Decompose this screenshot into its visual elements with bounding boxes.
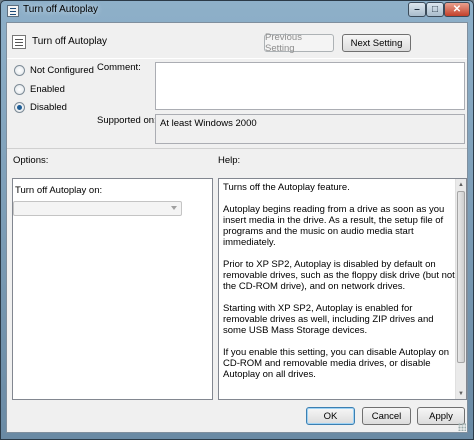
ok-button[interactable]: OK — [306, 407, 355, 425]
previous-setting-button[interactable]: Previous Setting — [264, 32, 334, 54]
comment-label: Comment: — [97, 62, 141, 73]
help-panel: Turns off the Autoplay feature. Autoplay … — [218, 178, 467, 400]
dialog-window: Turn off Autoplay – □ ✕ Turn off Autopla… — [0, 0, 474, 440]
next-setting-button[interactable]: Next Setting — [342, 34, 411, 52]
help-label: Help: — [218, 155, 241, 166]
radio-not-configured-indicator[interactable] — [14, 65, 25, 76]
window-title: Turn off Autoplay — [23, 4, 99, 15]
cancel-button[interactable]: Cancel — [362, 407, 411, 425]
maximize-icon: □ — [431, 4, 439, 15]
radio-not-configured[interactable]: Not Configured — [14, 65, 94, 76]
autoplay-drive-dropdown[interactable] — [13, 201, 182, 216]
radio-enabled[interactable]: Enabled — [14, 84, 65, 95]
maximize-button[interactable]: □ — [426, 2, 444, 17]
minimize-button[interactable]: – — [408, 2, 426, 17]
radio-enabled-indicator[interactable] — [14, 84, 25, 95]
close-icon: ✕ — [452, 4, 462, 15]
minimize-icon: – — [414, 4, 420, 15]
help-paragraph: Turns off the Autoplay feature. — [223, 182, 350, 193]
setting-icon — [12, 35, 26, 49]
supported-on-label: Supported on: — [97, 115, 157, 126]
help-paragraph: Starting with XP SP2, Autoplay is enable… — [223, 303, 434, 336]
help-paragraph: Prior to XP SP2, Autoplay is disabled by… — [223, 259, 455, 292]
help-paragraph: This setting disables Autoplay on additi… — [223, 391, 457, 392]
scroll-thumb[interactable] — [457, 191, 465, 363]
radio-enabled-label: Enabled — [30, 84, 65, 95]
radio-not-configured-label: Not Configured — [30, 65, 94, 76]
scroll-up-icon[interactable]: ▲ — [456, 179, 466, 190]
help-paragraph: Autoplay begins reading from a drive as … — [223, 204, 445, 248]
supported-on-value: At least Windows 2000 — [160, 118, 257, 129]
supported-on-field: At least Windows 2000 — [155, 114, 465, 144]
section-divider — [7, 148, 467, 149]
help-paragraph: If you enable this setting, you can disa… — [223, 347, 450, 380]
scroll-down-icon[interactable]: ▼ — [456, 388, 466, 399]
options-label: Options: — [13, 155, 49, 166]
header-divider — [7, 58, 467, 59]
help-scrollbar[interactable]: ▲ ▼ — [455, 179, 466, 399]
turn-off-autoplay-on-label: Turn off Autoplay on: — [15, 185, 103, 196]
policy-icon — [7, 5, 19, 17]
radio-disabled-label: Disabled — [30, 102, 67, 113]
dialog-body: Turn off Autoplay Previous Setting Next … — [6, 22, 468, 433]
resize-grip-icon[interactable] — [458, 423, 466, 431]
comment-textarea[interactable] — [155, 62, 465, 110]
chevron-down-icon — [171, 206, 177, 210]
setting-title: Turn off Autoplay — [32, 36, 108, 47]
radio-disabled-indicator[interactable] — [14, 102, 25, 113]
help-text: Turns off the Autoplay feature. Autoplay … — [223, 182, 457, 392]
title-bar[interactable]: Turn off Autoplay – □ ✕ — [1, 1, 473, 21]
radio-disabled[interactable]: Disabled — [14, 102, 67, 113]
close-button[interactable]: ✕ — [444, 2, 470, 17]
